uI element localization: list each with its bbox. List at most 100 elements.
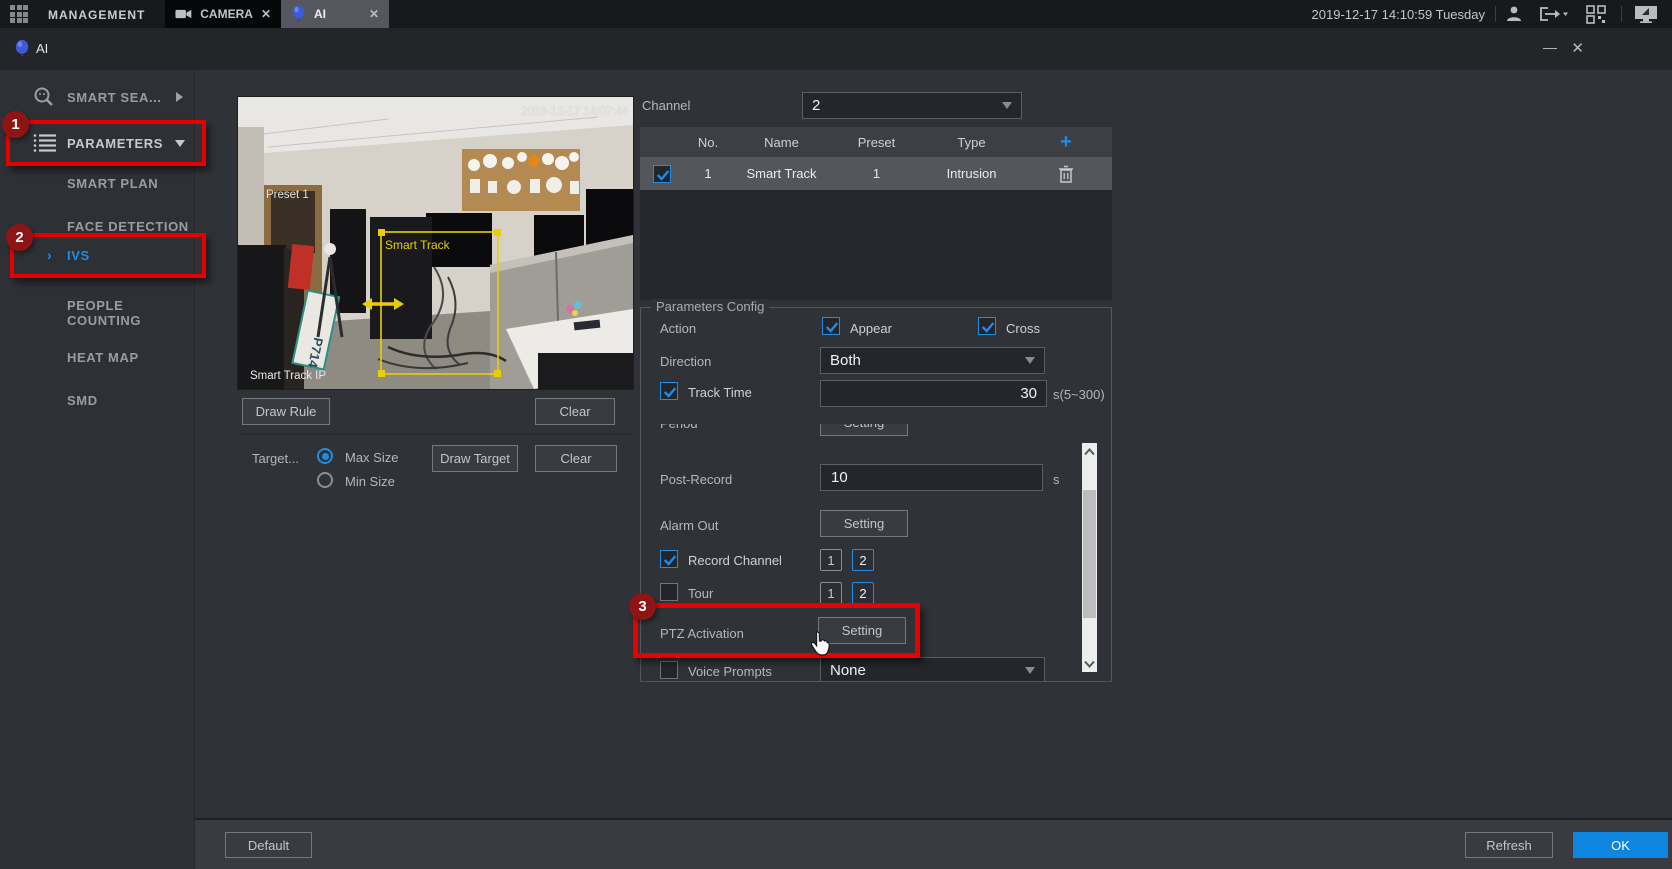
post-record-input[interactable]: 10 — [820, 464, 1043, 491]
track-time-checkbox[interactable] — [660, 382, 678, 400]
alarm-out-label: Alarm Out — [660, 518, 719, 533]
osd-preset-label: Preset 1 — [266, 189, 309, 201]
min-size-label: Min Size — [345, 474, 395, 489]
tab-ai[interactable]: AI ✕ — [281, 0, 389, 28]
footer-bar: Default Refresh OK — [195, 818, 1672, 869]
refresh-button[interactable]: Refresh — [1465, 832, 1553, 858]
window-title: AI — [36, 41, 48, 56]
annotation-box-2 — [10, 233, 206, 278]
cell-preset: 1 — [830, 157, 923, 190]
tour-2-chip[interactable]: 2 — [852, 582, 874, 604]
sidebar-item-label: SMART SEA... — [67, 90, 162, 105]
chevron-down-icon — [1002, 102, 1012, 109]
voice-prompts-label: Voice Prompts — [688, 664, 772, 679]
table-row[interactable]: 1 Smart Track 1 Intrusion — [640, 157, 1112, 190]
voice-prompts-checkbox[interactable] — [660, 661, 678, 679]
record-channel-2-chip[interactable]: 2 — [852, 549, 874, 571]
annotation-badge-2: 2 — [6, 224, 33, 251]
minimize-button[interactable]: — — [1543, 39, 1557, 55]
draw-target-button[interactable]: Draw Target — [432, 445, 518, 472]
clear-rule-button[interactable]: Clear — [535, 398, 615, 425]
scrollbar-thumb[interactable] — [1083, 490, 1096, 618]
cross-checkbox[interactable] — [978, 317, 996, 335]
hand-cursor — [809, 630, 831, 656]
sidebar-item-label: SMART PLAN — [67, 176, 158, 191]
sidebar-item-smart-search[interactable]: SMART SEA... — [0, 79, 195, 115]
system-datetime: 2019-12-17 14:10:59 Tuesday — [1312, 7, 1485, 22]
draw-rule-button[interactable]: Draw Rule — [242, 398, 330, 425]
tab-ai-close-icon[interactable]: ✕ — [369, 7, 379, 21]
track-time-unit: s(5~300) — [1053, 387, 1105, 402]
annotation-box-3 — [633, 603, 920, 658]
clear-target-button[interactable]: Clear — [535, 445, 617, 472]
check-icon — [662, 384, 678, 400]
cell-no: 1 — [683, 157, 733, 190]
tab-camera[interactable]: CAMERA ✕ — [165, 0, 281, 28]
topbar-separator — [1495, 6, 1496, 22]
qr-code-icon[interactable] — [1586, 4, 1606, 24]
smart-search-icon — [31, 84, 57, 110]
params-scrollbar[interactable] — [1082, 443, 1097, 672]
check-icon — [824, 319, 840, 335]
tab-camera-close-icon[interactable]: ✕ — [261, 7, 271, 21]
ok-button[interactable]: OK — [1573, 832, 1668, 858]
track-time-input[interactable]: 30 — [820, 380, 1047, 407]
monitor-icon[interactable] — [1634, 4, 1658, 24]
max-size-label: Max Size — [345, 450, 398, 465]
appear-checkbox[interactable] — [822, 317, 840, 335]
annotation-badge-1: 1 — [2, 111, 29, 138]
camera-scene: P714 — [238, 97, 633, 389]
min-size-radio[interactable] — [317, 472, 333, 488]
camera-preview[interactable]: P714 — [237, 96, 634, 390]
post-record-label: Post-Record — [660, 472, 732, 487]
tour-1-chip[interactable]: 1 — [820, 582, 842, 604]
camera-icon — [175, 7, 192, 21]
sidebar-item-smd[interactable]: SMD — [0, 382, 195, 418]
ai-window-titlebar: AI — ✕ — [0, 28, 1672, 70]
chevron-down-icon — [1025, 357, 1035, 364]
cell-type: Intrusion — [923, 157, 1020, 190]
balloon-icon — [291, 5, 306, 23]
chevron-right-icon — [176, 92, 183, 102]
col-no: No. — [683, 127, 733, 157]
sidebar: SMART SEA... 1 PARAMETERS SMART PLAN FAC… — [0, 70, 195, 869]
max-size-radio[interactable] — [317, 448, 333, 464]
rule-name-overlay: Smart Track — [385, 238, 451, 252]
record-channel-checkbox[interactable] — [660, 550, 678, 568]
sidebar-item-heat-map[interactable]: HEAT MAP — [0, 339, 195, 375]
add-rule-button[interactable]: + — [1020, 127, 1112, 157]
sidebar-item-smart-plan[interactable]: SMART PLAN — [0, 165, 195, 201]
sidebar-item-label: SMD — [67, 393, 98, 408]
user-icon[interactable] — [1504, 4, 1524, 24]
tour-checkbox[interactable] — [660, 583, 678, 601]
alarm-out-setting-button[interactable]: Setting — [820, 510, 908, 537]
balloon-icon — [14, 39, 30, 59]
divider — [237, 434, 634, 435]
direction-label: Direction — [660, 354, 711, 369]
channel-value: 2 — [812, 97, 820, 114]
scroll-down-icon[interactable] — [1083, 657, 1096, 670]
close-button[interactable]: ✕ — [1571, 39, 1584, 57]
app-window: MANAGEMENT CAMERA ✕ AI ✕ 2019-12-17 14:1… — [0, 0, 1672, 869]
delete-icon[interactable] — [1058, 165, 1074, 183]
period-setting-button[interactable]: Setting — [820, 424, 908, 436]
sidebar-item-label: HEAT MAP — [67, 350, 139, 365]
appear-label: Appear — [850, 321, 892, 336]
topbar-separator — [1621, 6, 1622, 22]
sidebar-item-people-counting[interactable]: PEOPLE COUNTING — [0, 295, 195, 331]
osd-channel-name: Smart Track IP — [250, 370, 326, 382]
apps-grid-icon[interactable] — [10, 5, 28, 23]
tour-label: Tour — [688, 586, 713, 601]
record-channel-1-chip[interactable]: 1 — [820, 549, 842, 571]
scroll-up-icon[interactable] — [1083, 445, 1096, 458]
default-button[interactable]: Default — [225, 832, 312, 858]
check-icon — [980, 319, 996, 335]
direction-value: Both — [830, 352, 861, 369]
logout-icon[interactable] — [1538, 4, 1568, 24]
channel-select[interactable]: 2 — [802, 92, 1022, 119]
direction-select[interactable]: Both — [820, 347, 1045, 374]
management-menu[interactable]: MANAGEMENT — [48, 8, 145, 22]
voice-prompts-select[interactable]: None — [820, 657, 1045, 681]
rules-table: No. Name Preset Type + 1 Smart Track 1 I… — [640, 127, 1112, 300]
row-checkbox[interactable] — [653, 165, 671, 183]
